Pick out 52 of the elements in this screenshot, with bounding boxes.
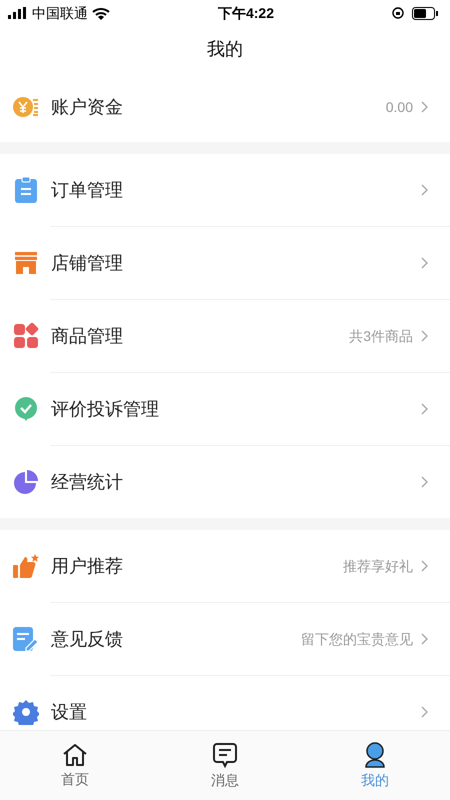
row-label: 店铺管理 (51, 252, 124, 274)
row-detail: 留下您的宝贵意见 (301, 630, 413, 648)
rotation-lock-icon (392, 7, 404, 19)
row-detail: 推荐享好礼 (343, 556, 413, 576)
signal-icon (8, 7, 28, 19)
menu-row[interactable]: 意见反馈 留下您的宝贵意见 (0, 603, 450, 675)
user-icon (363, 742, 387, 768)
chevron-right-icon (421, 476, 428, 488)
chevron-right-icon (421, 560, 428, 572)
chevron-right-icon (421, 184, 428, 196)
settings-icon (13, 699, 39, 725)
edit-note-icon (12, 626, 40, 652)
wifi-icon (92, 6, 110, 20)
row-label: 订单管理 (51, 178, 124, 202)
menu-row[interactable]: 设置 (0, 676, 450, 730)
menu-row[interactable]: 订单管理 (0, 154, 450, 226)
clipboard-icon (14, 176, 38, 204)
chevron-right-icon (421, 101, 428, 113)
thumbs-up-icon (12, 553, 40, 579)
menu-row[interactable]: 经营统计 (0, 446, 450, 518)
check-bubble-icon (13, 396, 39, 422)
row-label: 商品管理 (51, 324, 124, 348)
row-detail: 共3件商品 (349, 326, 413, 346)
menu-row[interactable]: 店铺管理 (0, 227, 450, 299)
row-label: 账户资金 (51, 96, 124, 118)
row-label: 经营统计 (51, 470, 124, 494)
row-detail: 0.00 (386, 98, 413, 116)
chevron-right-icon (421, 330, 428, 342)
chevron-right-icon (421, 706, 428, 718)
row-label: 用户推荐 (51, 554, 124, 578)
row-label: 意见反馈 (51, 628, 124, 650)
grid-icon (13, 323, 39, 349)
row-label: 设置 (51, 700, 88, 724)
store-icon (13, 251, 39, 275)
battery-icon (412, 6, 438, 20)
chevron-right-icon (421, 633, 428, 645)
status-time: 下午4:22 (218, 4, 274, 22)
menu-row[interactable]: 评价投诉管理 (0, 373, 450, 445)
menu-row[interactable]: 用户推荐 推荐享好礼 (0, 530, 450, 602)
carrier-name: 中国联通 (32, 4, 88, 22)
page-title: 我的 (207, 38, 243, 60)
menu-row[interactable]: 商品管理 共3件商品 (0, 300, 450, 372)
chevron-right-icon (421, 257, 428, 269)
pie-chart-icon (13, 469, 39, 495)
message-icon (213, 742, 237, 768)
coin-icon (12, 96, 40, 118)
home-icon (62, 743, 88, 767)
tab-bar-item[interactable]: 首页 (0, 731, 150, 800)
chevron-right-icon (421, 403, 428, 415)
menu-row[interactable]: 账户资金 0.00 (0, 72, 450, 142)
row-label: 评价投诉管理 (51, 398, 160, 420)
tab-bar-item[interactable]: 消息 (150, 731, 300, 800)
